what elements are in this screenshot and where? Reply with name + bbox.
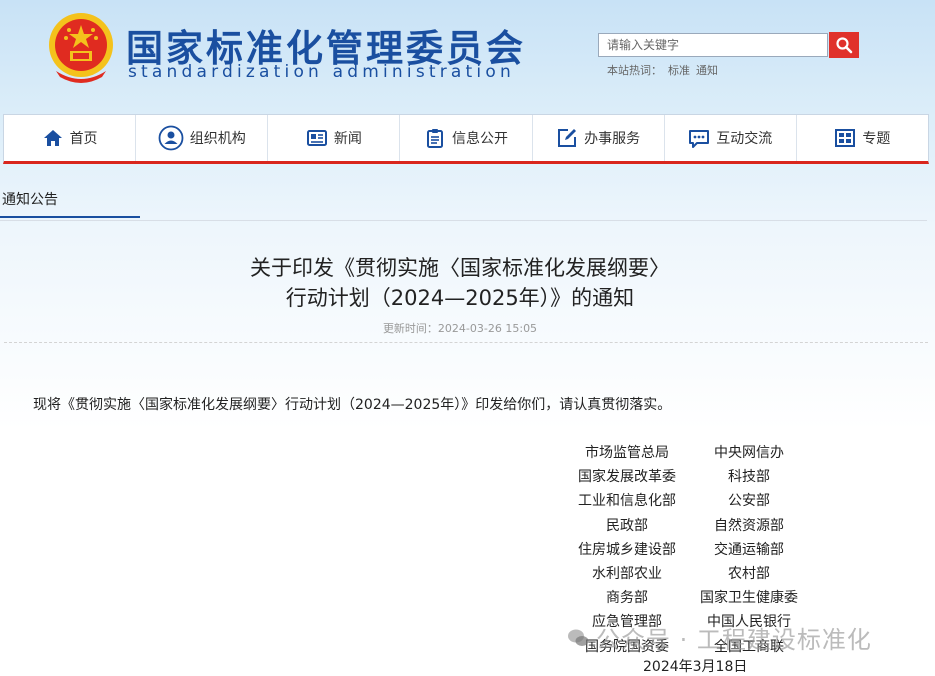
nav-label: 专题 [862, 131, 891, 147]
hot-words: 本站热词： 标准 通知 [607, 62, 724, 78]
nav-label: 新闻 [333, 131, 362, 147]
signer-name: 工业和信息化部 [578, 493, 676, 510]
nav-label: 信息公开 [451, 131, 508, 147]
nav-item-home[interactable]: 首页 [4, 115, 137, 161]
national-emblem-icon [49, 13, 113, 83]
signer-name: 市场监管总局 [585, 445, 669, 462]
signer-name: 商务部 [606, 590, 648, 607]
hot-word[interactable]: 标准 [668, 64, 690, 77]
breadcrumb[interactable]: 通知公告 [0, 190, 140, 218]
breadcrumb-bar: 通知公告 [0, 190, 927, 221]
signer-row: 水利部农业 农村部 [560, 561, 820, 585]
main-nav: 首页 组织机构 新闻 信息公开 办事服务 互动交流 专题 [3, 114, 929, 164]
wechat-icon [568, 629, 589, 646]
nav-label: 首页 [69, 131, 98, 147]
signer-row: 工业和信息化部 公安部 [560, 488, 820, 512]
signer-name: 国家卫生健康委 [700, 590, 798, 607]
search-button[interactable] [829, 32, 859, 58]
signer-row: 商务部 国家卫生健康委 [560, 585, 820, 609]
signer-name: 公安部 [728, 493, 770, 510]
signer-name: 民政部 [606, 517, 648, 534]
signer-name: 农村部 [728, 566, 770, 583]
article-title: 关于印发《贯彻实施〈国家标准化发展纲要〉 行动计划（2024—2025年）》的通… [0, 253, 920, 313]
nav-label: 组织机构 [189, 131, 246, 147]
signer-row: 民政部 自然资源部 [560, 513, 820, 537]
signer-name: 住房城乡建设部 [578, 541, 676, 558]
grid-icon [835, 129, 856, 147]
issue-date: 2024年3月18日 [643, 659, 748, 675]
search-input[interactable]: 请输入关键字 [598, 33, 828, 57]
chat-icon [689, 130, 710, 148]
nav-item-info-disclosure[interactable]: 信息公开 [400, 115, 533, 161]
signer-name: 水利部农业 [592, 566, 662, 583]
nav-item-services[interactable]: 办事服务 [533, 115, 665, 161]
signer-row: 住房城乡建设部 交通运输部 [560, 537, 820, 561]
nav-item-interaction[interactable]: 互动交流 [665, 115, 797, 161]
search-icon [836, 37, 853, 54]
signer-name: 自然资源部 [714, 517, 784, 534]
newspaper-icon [306, 130, 327, 146]
signer-name: 交通运输部 [714, 541, 784, 558]
article-body: 现将《贯彻实施〈国家标准化发展纲要〉行动计划（2024—2025年）》印发给你们… [33, 397, 672, 413]
signer-name: 中央网信办 [714, 445, 784, 462]
signer-name: 国家发展改革委 [578, 469, 676, 486]
edit-icon [558, 129, 577, 147]
clipboard-icon [426, 129, 443, 148]
update-time: 更新时间：2024-03-26 15:05 [382, 322, 538, 335]
site-subtitle: standardization administration [128, 62, 515, 82]
nav-item-organization[interactable]: 组织机构 [136, 115, 269, 161]
signer-row: 国家发展改革委 科技部 [560, 464, 820, 488]
home-icon [43, 130, 62, 146]
nav-item-topics[interactable]: 专题 [797, 115, 928, 161]
signer-row: 市场监管总局 中央网信办 [560, 440, 820, 464]
watermark-text: 公众号 · 工程建设标准化 [596, 626, 872, 654]
nav-label: 办事服务 [584, 131, 641, 147]
signer-name: 科技部 [728, 469, 770, 486]
hot-label: 本站热词： [607, 64, 662, 77]
article-title-line: 行动计划（2024—2025年）》的通知 [285, 286, 635, 310]
watermark: 公众号 · 工程建设标准化 [566, 620, 872, 655]
person-icon [158, 125, 184, 151]
nav-item-news[interactable]: 新闻 [268, 115, 401, 161]
divider [4, 342, 928, 343]
article-title-line: 关于印发《贯彻实施〈国家标准化发展纲要〉 [250, 256, 670, 280]
nav-label: 互动交流 [716, 131, 773, 147]
hot-word[interactable]: 通知 [696, 64, 718, 77]
